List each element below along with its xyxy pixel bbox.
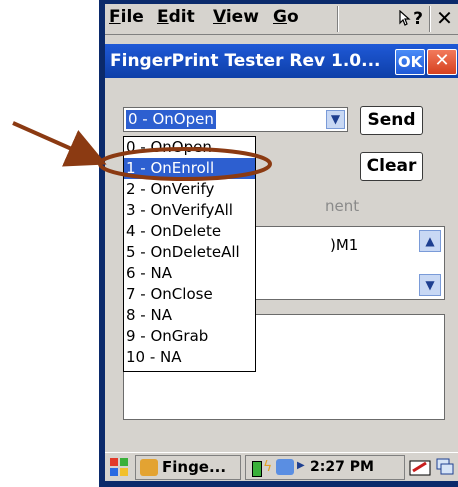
annotation-arrow [12,121,107,167]
annotation-overlay [12,121,272,181]
annotation-ellipse [98,147,272,181]
